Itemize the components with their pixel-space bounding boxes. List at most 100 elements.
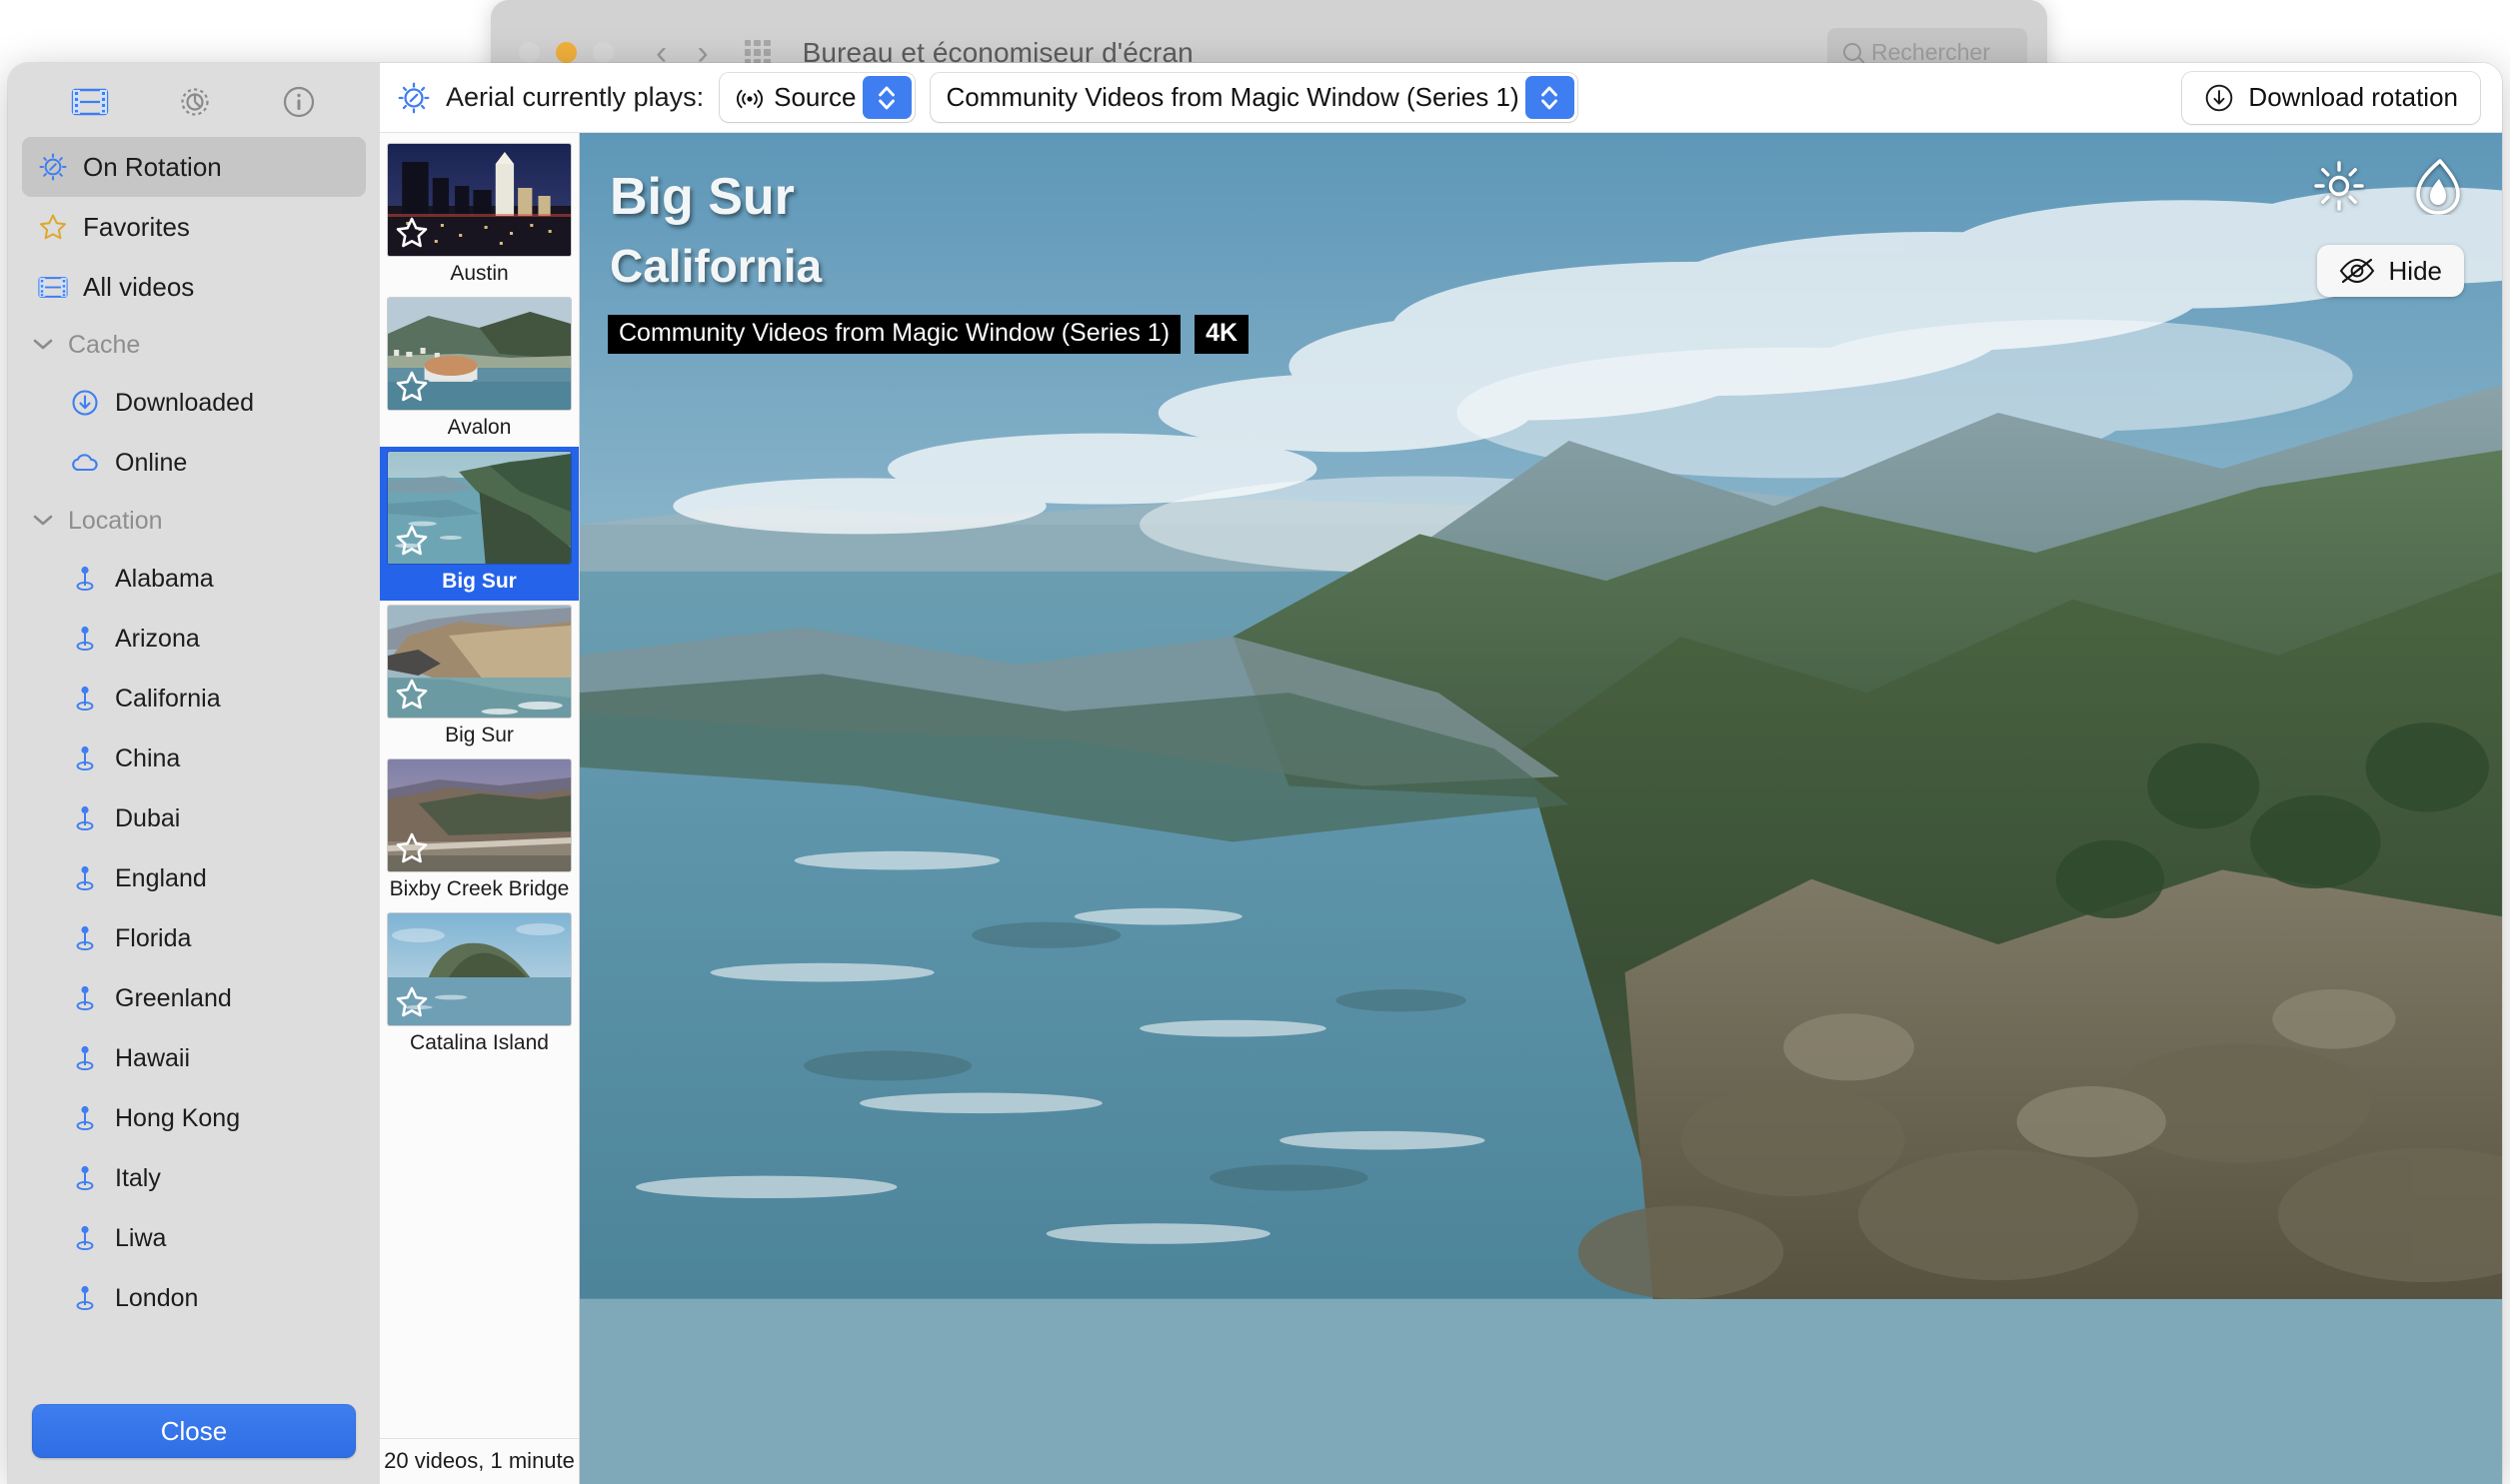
- favorite-star-icon[interactable]: [395, 985, 429, 1019]
- brightness-icon[interactable]: [2312, 159, 2366, 213]
- thumbnail-item[interactable]: Austin: [380, 139, 579, 293]
- sidebar-item-hong-kong[interactable]: Hong Kong: [22, 1088, 366, 1148]
- sidebar-item-label: Dubai: [115, 803, 181, 832]
- sidebar-item-alabama[interactable]: Alabama: [22, 549, 366, 609]
- thumbnail-caption: Bixby Creek Bridge: [389, 877, 570, 900]
- sidebar-item-greenland[interactable]: Greenland: [22, 968, 366, 1028]
- preview-badges: Community Videos from Magic Window (Seri…: [608, 315, 1250, 354]
- thumbnail-image: [388, 144, 571, 256]
- main-area: Aerial currently plays: Source Community…: [380, 63, 2502, 1484]
- sidebar-tab-settings[interactable]: [177, 84, 213, 120]
- close-button[interactable]: [519, 42, 540, 63]
- pin-icon: [70, 803, 100, 833]
- thumbnail-item[interactable]: Bixby Creek Bridge: [380, 754, 579, 908]
- sidebar-item-all-videos[interactable]: All videos: [22, 257, 366, 317]
- sidebar-item-label: China: [115, 743, 181, 772]
- sidebar-item-label: Arizona: [115, 624, 200, 653]
- search-placeholder: Rechercher: [1871, 38, 1990, 65]
- source-popup-button[interactable]: Source: [720, 73, 915, 122]
- pin-icon: [70, 923, 100, 953]
- series-popup-button[interactable]: Community Videos from Magic Window (Seri…: [930, 73, 1577, 122]
- sidebar-item-label: Greenland: [115, 983, 232, 1012]
- aerial-panel: On Rotation Favorites All videos Cache D…: [8, 63, 2502, 1484]
- thumbnail-count-label: 20 videos, 1 minute: [380, 1438, 579, 1484]
- sidebar-item-china[interactable]: China: [22, 729, 366, 788]
- sidebar-item-online[interactable]: Online: [22, 433, 366, 493]
- traffic-lights: [519, 42, 614, 63]
- sidebar-item-downloaded[interactable]: Downloaded: [22, 373, 366, 433]
- download-circle-icon: [2204, 83, 2234, 113]
- sidebar-item-label: Italy: [115, 1163, 161, 1192]
- sidebar-item-florida[interactable]: Florida: [22, 908, 366, 968]
- toolbar: Aerial currently plays: Source Community…: [380, 63, 2502, 133]
- grid-view-icon[interactable]: [744, 39, 771, 66]
- chevron-down-icon: [32, 334, 54, 356]
- close-button[interactable]: Close: [32, 1404, 356, 1458]
- film-icon: [38, 272, 68, 302]
- favorite-star-icon[interactable]: [395, 216, 429, 250]
- thumbnail-caption: Big Sur: [445, 724, 514, 746]
- thumbnail-caption: Austin: [450, 262, 509, 285]
- sidebar-item-liwa[interactable]: Liwa: [22, 1208, 366, 1268]
- thumbnail-caption: Avalon: [447, 416, 512, 439]
- zoom-button[interactable]: [593, 42, 614, 63]
- pin-icon: [70, 1163, 100, 1193]
- chevron-up-down-icon[interactable]: [862, 76, 912, 119]
- aerial-plays-label: Aerial currently plays:: [446, 82, 705, 112]
- sidebar-item-arizona[interactable]: Arizona: [22, 609, 366, 669]
- minimize-button[interactable]: [556, 42, 577, 63]
- thumbnail-item-selected[interactable]: Big Sur: [380, 447, 579, 601]
- favorite-star-icon[interactable]: [395, 524, 429, 558]
- sidebar-item-california[interactable]: California: [22, 669, 366, 729]
- sidebar-item-italy[interactable]: Italy: [22, 1148, 366, 1208]
- preview-image: [580, 133, 2502, 1299]
- sidebar-item-label: Online: [115, 448, 188, 477]
- thumbnail-image: [388, 298, 571, 410]
- thumbnail-item[interactable]: Avalon: [380, 293, 579, 447]
- pin-icon: [70, 863, 100, 893]
- pin-icon: [70, 684, 100, 714]
- chevron-up-down-icon[interactable]: [1524, 76, 1574, 119]
- hide-button[interactable]: Hide: [2316, 245, 2464, 297]
- sidebar-item-london[interactable]: London: [22, 1268, 366, 1328]
- quality-badge: 4K: [1195, 315, 1250, 354]
- sidebar-group-label: Cache: [68, 330, 141, 359]
- eye-slash-icon: [2339, 258, 2375, 284]
- download-circle-icon: [70, 388, 100, 418]
- thumbnail-image: [388, 606, 571, 718]
- source-badge: Community Videos from Magic Window (Seri…: [608, 315, 1182, 354]
- sidebar-footer: Close: [8, 1404, 380, 1484]
- thumbnail-image: [388, 913, 571, 1025]
- sidebar-item-label: Favorites: [83, 211, 190, 242]
- thumbnail-column: Austin Avalon Big Sur Big Sur Bixby Cree…: [380, 133, 580, 1484]
- pin-icon: [70, 1283, 100, 1313]
- content-area: Austin Avalon Big Sur Big Sur Bixby Cree…: [380, 133, 2502, 1484]
- sidebar-tab-videos[interactable]: [71, 86, 109, 118]
- sidebar-group-cache[interactable]: Cache: [22, 317, 366, 373]
- gear-icon: [181, 88, 209, 116]
- download-rotation-button[interactable]: Download rotation: [2182, 71, 2480, 124]
- thumbnail-item[interactable]: Big Sur: [380, 601, 579, 754]
- sidebar-group-location[interactable]: Location: [22, 493, 366, 549]
- thumbnail-list[interactable]: Austin Avalon Big Sur Big Sur Bixby Cree…: [380, 133, 579, 1438]
- thumbnail-item[interactable]: Catalina Island: [380, 908, 579, 1062]
- download-rotation-label: Download rotation: [2248, 82, 2458, 112]
- sidebar-item-dubai[interactable]: Dubai: [22, 788, 366, 848]
- sidebar-item-label: Florida: [115, 923, 192, 952]
- favorite-star-icon[interactable]: [395, 831, 429, 865]
- sidebar-item-label: Alabama: [115, 564, 214, 593]
- video-preview[interactable]: Big Sur California Community Videos from…: [580, 133, 2502, 1484]
- sidebar-item-on-rotation[interactable]: On Rotation: [22, 137, 366, 197]
- sidebar-tab-info[interactable]: [281, 84, 317, 120]
- flame-icon[interactable]: [2410, 157, 2466, 215]
- rotation-icon: [398, 82, 430, 114]
- favorite-star-icon[interactable]: [395, 678, 429, 712]
- preview-subtitle: California: [610, 240, 823, 292]
- favorite-star-icon[interactable]: [395, 370, 429, 404]
- preview-title: Big Sur: [610, 168, 795, 226]
- preview-tool-icons: [2312, 157, 2466, 215]
- sidebar-item-england[interactable]: England: [22, 848, 366, 908]
- sidebar-item-hawaii[interactable]: Hawaii: [22, 1028, 366, 1088]
- pin-icon: [70, 624, 100, 654]
- sidebar-item-favorites[interactable]: Favorites: [22, 197, 366, 257]
